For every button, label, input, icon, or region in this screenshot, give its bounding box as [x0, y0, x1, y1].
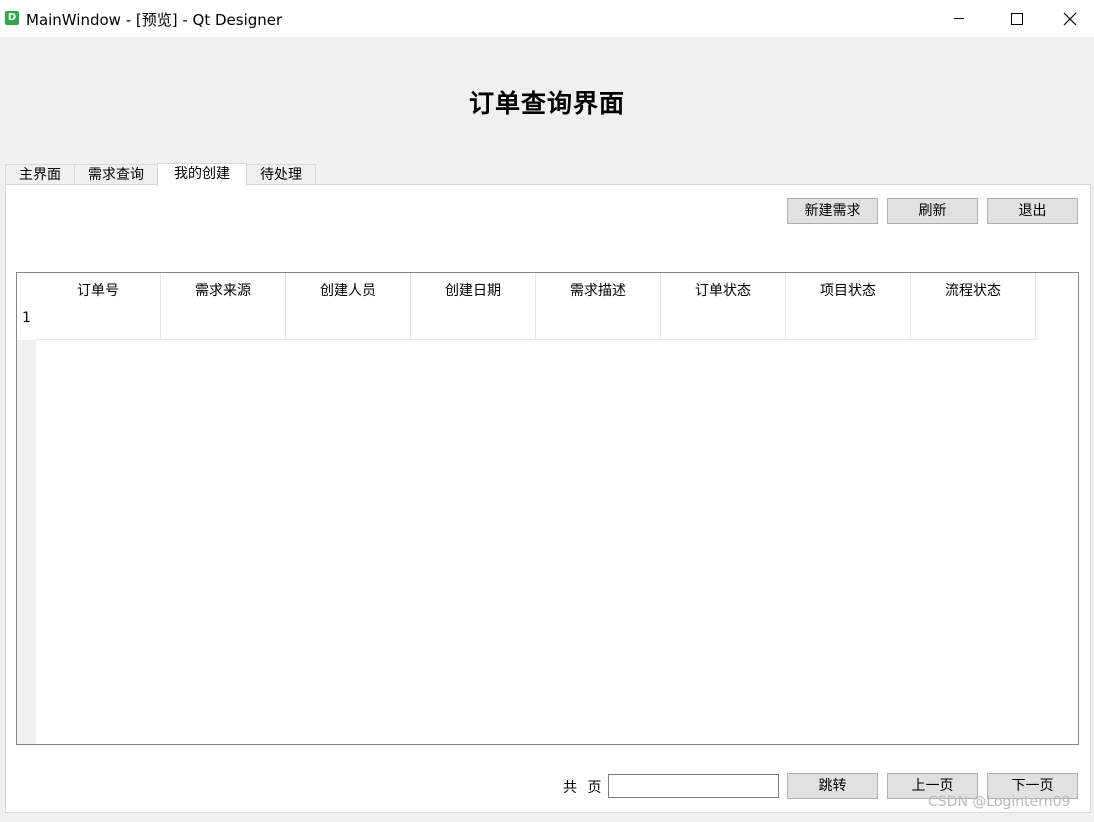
column-header-create-date[interactable]: 创建日期 — [411, 273, 536, 340]
column-header-flow-status[interactable]: 流程状态 — [911, 273, 1036, 340]
close-button[interactable] — [1046, 0, 1094, 37]
orders-table[interactable]: 1 订单号 需求来源 创建人员 创建日期 需求描述 订单状态 项目状态 流程状态 — [16, 272, 1079, 745]
column-header-order-status[interactable]: 订单状态 — [661, 273, 786, 340]
close-icon — [1063, 12, 1077, 25]
page-title: 订单查询界面 — [468, 89, 625, 118]
total-pages-label: 共 页 — [563, 780, 602, 796]
tab-pending[interactable]: 待处理 — [246, 164, 316, 185]
exit-button[interactable]: 退出 — [987, 198, 1078, 224]
page-number-input[interactable] — [608, 774, 779, 798]
window-title: MainWindow - [预览] - Qt Designer — [26, 11, 283, 29]
refresh-button[interactable]: 刷新 — [887, 198, 978, 224]
maximize-icon — [1011, 12, 1023, 25]
column-header-order-no[interactable]: 订单号 — [36, 273, 161, 340]
tab-main[interactable]: 主界面 — [5, 164, 75, 185]
table-corner — [17, 273, 36, 340]
minimize-button[interactable] — [930, 0, 988, 37]
qt-designer-icon: D — [5, 11, 19, 25]
column-header-project-status[interactable]: 项目状态 — [786, 273, 911, 340]
new-demand-button[interactable]: 新建需求 — [787, 198, 878, 224]
row-number[interactable]: 1 — [17, 310, 36, 326]
jump-button[interactable]: 跳转 — [787, 773, 878, 799]
tab-my-created[interactable]: 我的创建 — [157, 163, 247, 186]
maximize-button[interactable] — [988, 0, 1046, 37]
row-header — [17, 273, 36, 744]
column-header-demand-source[interactable]: 需求来源 — [161, 273, 286, 340]
minimize-icon — [954, 17, 964, 19]
tab-demand-query[interactable]: 需求查询 — [74, 164, 158, 185]
column-header-demand-desc[interactable]: 需求描述 — [536, 273, 661, 340]
watermark: CSDN @Logintern09 — [928, 794, 1071, 810]
tab-bar: 主界面 需求查询 我的创建 待处理 — [5, 163, 316, 186]
title-bar: D MainWindow - [预览] - Qt Designer — [0, 0, 1094, 37]
column-header-creator[interactable]: 创建人员 — [286, 273, 411, 340]
